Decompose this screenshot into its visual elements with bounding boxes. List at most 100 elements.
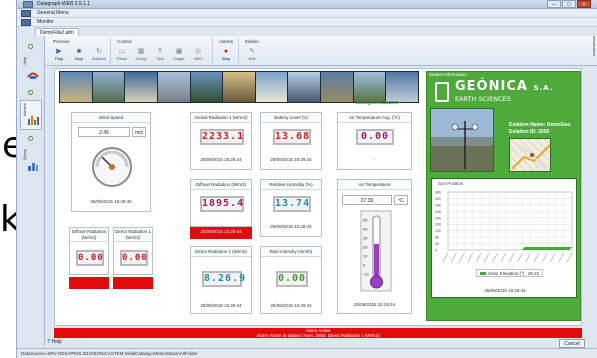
station-photo bbox=[430, 108, 494, 172]
help-label: Help bbox=[51, 339, 62, 345]
global-radiation-title: Global Radiation 1 (W/m2) bbox=[191, 113, 251, 123]
minimize-button[interactable]: – bbox=[547, 0, 561, 8]
sun-chart-y-tick: 80 bbox=[435, 236, 439, 240]
status-dot-icon bbox=[28, 90, 33, 95]
website-link[interactable]: www.geonica.com bbox=[355, 100, 398, 106]
sidebar-item-map[interactable]: Map bbox=[20, 54, 42, 84]
cancel-button[interactable]: Cancel bbox=[559, 339, 585, 348]
map-icon bbox=[27, 72, 39, 79]
diffuse-radiation-tile: Diffuse Radiation (W/m2) 1895.4 bbox=[190, 179, 252, 227]
direct-radiation-alarm-bar bbox=[113, 277, 153, 289]
wind-speed-date: 25/09/2015 15:29:45 bbox=[90, 199, 132, 204]
alarm-stop-button[interactable]: ● Stop bbox=[217, 47, 235, 64]
sun-elevation-bar bbox=[521, 247, 572, 250]
play-button[interactable]: ▶ Play bbox=[50, 47, 68, 64]
sun-chart-y-tick: 200 bbox=[435, 216, 441, 220]
monitor-menu-label[interactable]: Monitor bbox=[37, 19, 54, 25]
banner-photo bbox=[60, 72, 92, 102]
sun-legend: Solar Elevation (º) : 28.22 bbox=[476, 269, 544, 277]
direct-radiation-tile: Direct Radiation 1 (W/m2) 8.26.9 25/09/2… bbox=[190, 246, 252, 314]
air-temperature-value: 27.39 bbox=[342, 195, 392, 205]
stop-button[interactable]: ■ Stop bbox=[70, 47, 88, 64]
query-icon bbox=[28, 163, 38, 171]
edit-label: Edit bbox=[248, 56, 256, 61]
relative-humidity-value: 13.74 bbox=[273, 196, 311, 212]
information-side-tab[interactable]: Information bbox=[589, 36, 597, 86]
text-button[interactable]: T Text bbox=[151, 47, 169, 64]
edit-button[interactable]: ✎ Edit bbox=[243, 47, 261, 64]
air-temperature-tile: Air Temperature 27.39 ºC 50 40 30 20 10 0 -10 … bbox=[337, 179, 412, 314]
panel-button[interactable]: ▭ Panel bbox=[113, 47, 131, 64]
thermometer-fill bbox=[374, 243, 379, 280]
sidebar-item-map-label: Map bbox=[22, 57, 27, 65]
monitor-menu-row[interactable]: Monitor bbox=[17, 18, 597, 27]
general-menu-label[interactable]: General Menu bbox=[37, 10, 69, 16]
station-id: Estation ID: 3050 bbox=[509, 129, 550, 135]
thermometer: 50403020100-10 bbox=[360, 210, 392, 292]
sun-chart-y-tick: 320 bbox=[435, 197, 441, 201]
geonica-brand-name: GEÓNICA S.A. bbox=[455, 79, 553, 94]
help-button[interactable]: ? Help bbox=[47, 339, 62, 345]
vmo-button[interactable]: ◎ VMO bbox=[189, 47, 207, 64]
ribbon-group-label: Control bbox=[117, 39, 132, 44]
diffuse-radiation-small-title: Diffuse Radiation (W/m2) bbox=[70, 228, 108, 242]
window-title: Datagraph-WEB 2.5.1.1 bbox=[37, 1, 91, 7]
station-map[interactable] bbox=[509, 138, 551, 172]
station-info-header: Station Information bbox=[429, 72, 467, 77]
monitor-panel: www.geonica.com Wind Speed 2.45 m/s 25/0… bbox=[54, 68, 582, 326]
diffuse-radiation-value: 1895.4 bbox=[200, 196, 244, 212]
general-menu-icon[interactable] bbox=[21, 10, 31, 17]
air-temperature-date: 25/09/2015 15:29:44 bbox=[353, 302, 396, 307]
brand-name: GEÓNICA bbox=[455, 79, 528, 94]
sidebar-item-monitor[interactable]: Monitor bbox=[20, 100, 42, 130]
banner-photo bbox=[190, 72, 223, 102]
thermometer-tick-label: 50 bbox=[363, 218, 368, 223]
edit-icon: ✎ bbox=[249, 48, 255, 55]
geonica-logo: GEÓNICA S.A. EARTH SCIENCES bbox=[431, 78, 578, 106]
monitor-menu-icon[interactable] bbox=[21, 19, 31, 26]
sun-chart-plot-area bbox=[447, 191, 573, 251]
autorun-icon: ↻ bbox=[96, 48, 102, 55]
panel-label: Panel bbox=[116, 56, 128, 61]
station-details: Estation Name: DemoGeo Estation ID: 3050 bbox=[509, 122, 570, 136]
monitor-chart-icon bbox=[28, 116, 39, 125]
wind-speed-gauge bbox=[92, 147, 132, 187]
relative-humidity-title: Relative Humidity (%) bbox=[261, 180, 321, 190]
banner-photo bbox=[288, 72, 321, 102]
autorun-button[interactable]: ↻ Autorun bbox=[90, 47, 108, 64]
relative-humidity-tile: Relative Humidity (%) 13.74 25/09/2015 1… bbox=[260, 179, 322, 237]
rain-intensity-tile: Rain intensity (mm/h) 0.00 25/09/2015 15… bbox=[260, 246, 322, 314]
text-label: Text bbox=[156, 56, 164, 61]
maximize-button[interactable]: □ bbox=[562, 0, 576, 8]
autorun-label: Autorun bbox=[91, 56, 106, 61]
diffuse-radiation-title: Diffuse Radiation (W/m2) bbox=[191, 180, 251, 190]
vmo-icon: ◎ bbox=[194, 48, 202, 55]
close-button[interactable]: × bbox=[577, 0, 591, 8]
direct-radiation-date: 25/09/2015 15:29:44 bbox=[200, 303, 242, 308]
photo-banner bbox=[59, 71, 419, 103]
sidebar-item-query[interactable]: Query bbox=[20, 146, 42, 176]
status-bar: DataSource=SRV-GESAPROLI01\GEONICASTEM;I… bbox=[17, 348, 597, 358]
alarm-banner[interactable]: Alarm Active Alarm Active at station: Nu… bbox=[54, 328, 582, 338]
image-button[interactable]: ▣ Image bbox=[170, 47, 188, 64]
diffuse-radiation-date: 25/09/2015 15:29:44 bbox=[200, 229, 242, 234]
group-button[interactable]: ▦ Group bbox=[132, 47, 150, 64]
thermometer-tick-label: 20 bbox=[363, 245, 368, 250]
direct-radiation-small-tile: Direct Radiation 1 (W/m2) 0.00 bbox=[113, 227, 153, 275]
rain-intensity-date: 25/09/2015 15:29:44 bbox=[270, 303, 312, 308]
document-tab[interactable]: DemoFile2.alm bbox=[35, 28, 79, 36]
sun-position-title: Sun Position bbox=[438, 181, 464, 186]
sun-chart-x-tick bbox=[484, 252, 490, 263]
thermometer-tick-label: -10 bbox=[363, 272, 370, 277]
general-menu-row[interactable]: General Menu bbox=[17, 9, 597, 18]
banner-photo bbox=[92, 72, 125, 102]
air-temperature-avg-value: 0.00 bbox=[356, 129, 394, 145]
relative-humidity-date: 25/09/2015 15:29:44 bbox=[270, 224, 312, 229]
sun-chart-x-tick bbox=[475, 252, 482, 263]
stop-icon: ■ bbox=[76, 48, 82, 55]
alarm-stop-label: Stop bbox=[221, 56, 231, 61]
sun-chart-y-tick: 120 bbox=[435, 229, 441, 233]
direct-radiation-value: 8.26.9 bbox=[202, 271, 245, 287]
sun-chart-x-tick bbox=[525, 252, 531, 263]
sun-chart-y-tick: 280 bbox=[435, 203, 441, 207]
